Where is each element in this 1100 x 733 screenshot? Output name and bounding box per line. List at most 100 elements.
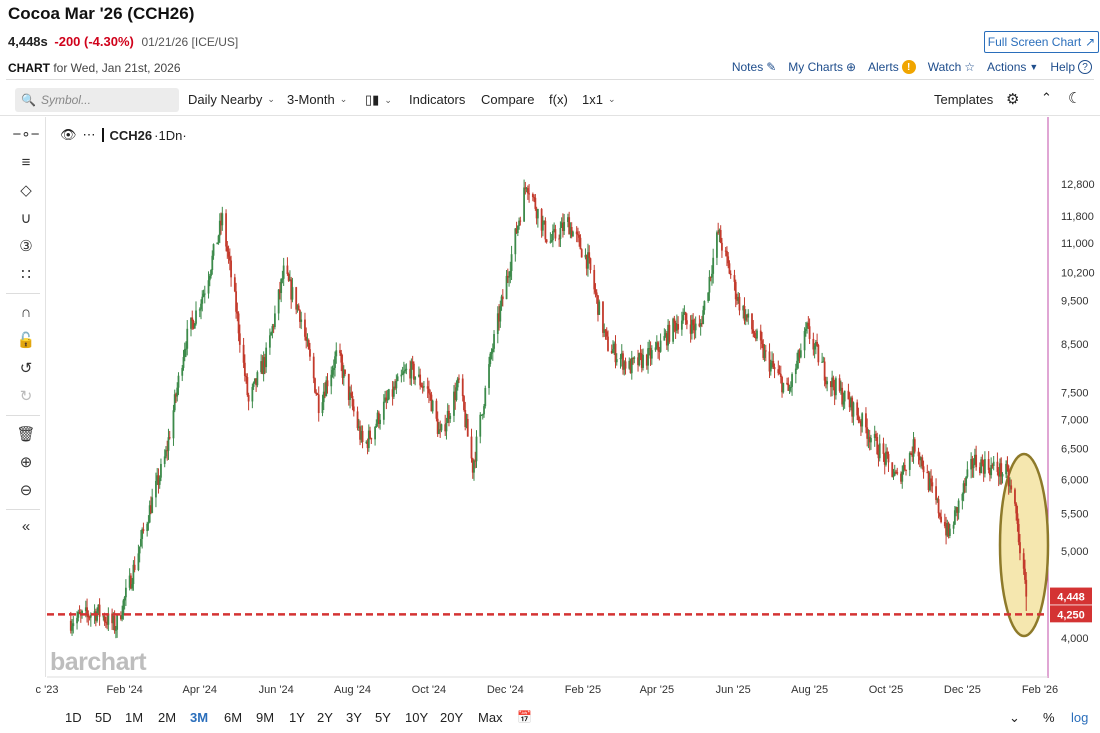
candle-body <box>429 393 432 395</box>
candle-body <box>579 237 582 250</box>
candle-body <box>707 292 710 302</box>
candle-body <box>243 362 246 376</box>
candle-body <box>167 437 170 451</box>
candle-body <box>913 439 916 452</box>
candle-body <box>212 244 215 256</box>
candle-body <box>756 330 758 339</box>
candle-body <box>98 604 101 617</box>
candle-body <box>799 350 802 358</box>
candle-body <box>361 430 364 443</box>
period-20y[interactable]: 20Y <box>440 710 463 725</box>
candle-body <box>217 235 220 243</box>
candle-body <box>379 419 381 425</box>
candle-body <box>163 456 166 464</box>
candle-body <box>595 292 598 296</box>
candle-body <box>702 310 705 324</box>
candle-body <box>1024 568 1026 580</box>
ref-level-label: 4,250 <box>1057 609 1085 621</box>
x-tick-label: Feb '24 <box>106 684 142 696</box>
candle-body <box>251 386 254 402</box>
candle-body <box>428 388 430 394</box>
candle-body <box>245 375 248 378</box>
period-5y[interactable]: 5Y <box>375 710 391 725</box>
candle-body <box>516 225 519 234</box>
price-chart[interactable]: 12,800 11,800 11,000 10,200 9,500 8,500 7,500 7… <box>0 0 1100 733</box>
candle-body <box>589 258 592 270</box>
period-10y[interactable]: 10Y <box>405 710 428 725</box>
candle-body <box>878 443 881 459</box>
candle-body <box>892 475 895 477</box>
candle-body <box>804 328 807 331</box>
chevron-down-icon[interactable]: ⌄ <box>1009 710 1020 726</box>
candle-body <box>191 317 194 321</box>
candle-body <box>1017 523 1020 543</box>
candle-body <box>753 333 756 337</box>
candle-body <box>639 352 642 355</box>
candle-body <box>431 400 434 412</box>
candle-body <box>789 386 792 388</box>
period-1d[interactable]: 1D <box>65 710 82 725</box>
candle-body <box>182 357 185 368</box>
y-tick-label: 5,000 <box>1061 546 1089 558</box>
period-9m[interactable]: 9M <box>256 710 274 725</box>
y-tick-label: 11,800 <box>1061 211 1094 223</box>
candle-body <box>1010 485 1013 490</box>
candle-body <box>779 373 782 377</box>
candle-body <box>281 278 284 280</box>
candle-body <box>761 340 763 345</box>
candle-body <box>326 380 329 387</box>
calendar-icon[interactable]: 📅 <box>517 710 532 724</box>
candle-body <box>680 320 683 330</box>
candle-body <box>692 319 695 326</box>
candle-body <box>782 382 785 393</box>
candle-body <box>131 583 134 589</box>
candle-body <box>816 341 819 346</box>
candle-body <box>207 280 210 294</box>
candle-body <box>356 411 359 429</box>
candle-body <box>256 372 259 386</box>
candle-body <box>719 230 722 243</box>
candle-body <box>972 464 975 469</box>
candle-body <box>423 386 425 388</box>
period-3m[interactable]: 3M <box>190 710 208 725</box>
candle-body <box>534 197 537 209</box>
candle-body <box>499 306 502 322</box>
candle-body <box>694 323 697 331</box>
period-3y[interactable]: 3Y <box>346 710 362 725</box>
candle-body <box>210 270 212 276</box>
candle-body <box>435 400 438 419</box>
candle-body <box>536 209 539 219</box>
candle-body <box>387 389 390 400</box>
period-2m[interactable]: 2M <box>158 710 176 725</box>
candle-body <box>237 313 240 334</box>
candle-body <box>501 296 504 300</box>
period-max[interactable]: Max <box>478 710 503 725</box>
candle-body <box>588 252 591 259</box>
candle-body <box>847 390 850 400</box>
candle-body <box>463 396 465 410</box>
period-1y[interactable]: 1Y <box>289 710 305 725</box>
period-5d[interactable]: 5D <box>95 710 112 725</box>
candle-body <box>233 277 236 292</box>
candle-body <box>943 522 946 527</box>
candle-body <box>633 357 636 359</box>
candle-body <box>1014 489 1016 504</box>
candle-body <box>544 220 547 240</box>
candle-body <box>580 249 583 258</box>
y-tick-label: 6,000 <box>1061 475 1089 487</box>
period-6m[interactable]: 6M <box>224 710 242 725</box>
candle-body <box>137 553 140 570</box>
percent-scale-toggle[interactable]: % <box>1043 710 1055 725</box>
log-scale-toggle[interactable]: log <box>1071 710 1088 725</box>
candle-body <box>350 392 353 396</box>
candle-body <box>374 426 376 440</box>
highlight-ellipse <box>998 452 1050 638</box>
x-tick-label: Oct '24 <box>412 684 447 696</box>
candle-body <box>940 516 942 523</box>
candle-body <box>235 291 237 312</box>
candle-body <box>717 232 720 234</box>
candle-body <box>172 410 175 439</box>
candle-body <box>344 369 346 374</box>
period-1m[interactable]: 1M <box>125 710 143 725</box>
period-2y[interactable]: 2Y <box>317 710 333 725</box>
